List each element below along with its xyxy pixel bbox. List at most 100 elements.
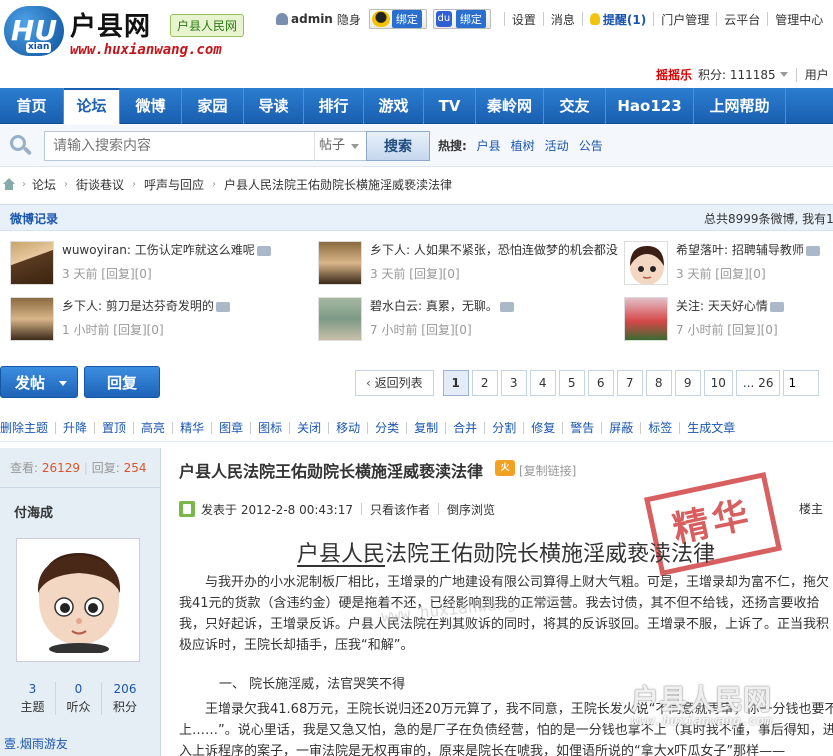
username-link[interactable]: admin — [291, 12, 333, 26]
site-logo[interactable]: HU xian 户县网 户县人民网 www.huxianwang.com — [4, 4, 254, 62]
mod-tool-link[interactable]: 复制 — [407, 421, 447, 434]
settings-link[interactable]: 设置 — [512, 11, 536, 28]
page-link[interactable]: 1 — [442, 370, 469, 396]
weibo-meta[interactable]: 7 小时前 [回复][0] — [370, 321, 472, 338]
admin-center-link[interactable]: 管理中心 — [775, 11, 823, 28]
page-link[interactable]: 3 — [500, 370, 527, 396]
qq-bind-button[interactable]: 绑定 — [368, 9, 427, 29]
nav-item[interactable]: 交友 — [544, 88, 606, 124]
weibo-text[interactable]: 希望落叶: 招聘辅导教师 — [676, 241, 826, 258]
nav-item[interactable]: Hao123 — [606, 88, 694, 124]
weibo-meta[interactable]: 7 小时前 [回复][0] — [676, 321, 778, 338]
author-name[interactable]: 付海成 — [14, 502, 53, 521]
weibo-text[interactable]: wuwoyiran: 工伤认定咋就这么难呢 — [62, 241, 312, 258]
page-link[interactable]: 2 — [471, 370, 498, 396]
page-link[interactable]: 5 — [558, 370, 585, 396]
search-button[interactable]: 搜索 — [366, 131, 430, 161]
invisible-toggle[interactable]: 隐身 — [337, 11, 361, 28]
user-group-link[interactable]: 用户 — [805, 66, 829, 83]
nav-item[interactable]: TV — [424, 88, 476, 124]
back-to-list-button[interactable]: ‹ 返回列表 — [355, 370, 434, 396]
chevron-down-icon[interactable] — [779, 72, 788, 77]
avatar[interactable] — [16, 538, 140, 662]
messages-link[interactable]: 消息 — [551, 11, 575, 28]
hot-keyword-link[interactable]: 植树 — [511, 139, 535, 153]
weibo-meta[interactable]: 3 天前 [回复][0] — [370, 265, 460, 282]
page-jump-input[interactable] — [783, 370, 820, 396]
reverse-order-link[interactable]: 倒序浏览 — [447, 501, 495, 518]
mod-tool-link[interactable]: 图章 — [212, 421, 252, 434]
portal-admin-link[interactable]: 门户管理 — [661, 11, 709, 28]
page-link[interactable]: 6 — [587, 370, 614, 396]
nav-item[interactable]: 秦岭网 — [476, 88, 544, 124]
remind-link[interactable]: 提醒(1) — [603, 11, 646, 28]
avatar[interactable] — [624, 241, 668, 285]
mod-tool-link[interactable]: 删除主题 — [0, 421, 57, 434]
mod-tool-link[interactable]: 屏蔽 — [602, 421, 642, 434]
weibo-text[interactable]: 关注: 天天好心情 — [676, 297, 826, 314]
reply-button[interactable]: 回复 — [84, 366, 160, 398]
hot-keyword-link[interactable]: 户县 — [477, 139, 501, 153]
nav-item[interactable]: 上网帮助 — [694, 88, 786, 124]
weibo-meta[interactable]: 3 天前 [回复][0] — [676, 265, 766, 282]
avatar[interactable] — [318, 297, 362, 341]
author-group[interactable]: 壹.烟雨游友 — [4, 735, 68, 752]
only-author-link[interactable]: 只看该作者 — [370, 501, 430, 518]
nav-item[interactable]: 家园 — [182, 88, 244, 124]
mod-tool-link[interactable]: 修复 — [524, 421, 564, 434]
page-link[interactable]: 8 — [645, 370, 672, 396]
baidu-bind-button[interactable]: du 绑定 — [432, 9, 491, 29]
weibo-text[interactable]: 乡下人: 人如果不紧张，恐怕连做梦的机会都没 — [370, 241, 620, 258]
hot-keyword-link[interactable]: 活动 — [545, 139, 569, 153]
mod-tool-link[interactable]: 升降 — [56, 421, 96, 434]
nav-item[interactable]: 论坛 — [64, 88, 120, 124]
search-input[interactable] — [44, 131, 314, 161]
mod-tool-link[interactable]: 分割 — [485, 421, 525, 434]
mod-tool-link[interactable]: 警告 — [563, 421, 603, 434]
shake-link[interactable]: 摇摇乐 — [656, 66, 692, 83]
nav-item[interactable]: 排行 — [304, 88, 364, 124]
weibo-text[interactable]: 碧水白云: 真累，无聊。 — [370, 297, 620, 314]
weibo-text[interactable]: 乡下人: 剪刀是达芬奇发明的 — [62, 297, 312, 314]
author-stat[interactable]: 206 积分 — [102, 682, 148, 715]
mod-tool-link[interactable]: 高亮 — [134, 421, 174, 434]
nav-item[interactable]: 游戏 — [364, 88, 424, 124]
credits-link[interactable]: 积分: 111185 — [698, 66, 776, 83]
page-link[interactable]: 4 — [529, 370, 556, 396]
page-link[interactable]: 10 — [703, 370, 733, 396]
breadcrumb-item[interactable]: 街谈巷议 — [76, 176, 124, 193]
weibo-meta[interactable]: 1 小时前 [回复][0] — [62, 321, 164, 338]
avatar[interactable] — [10, 241, 54, 285]
avatar[interactable] — [10, 297, 54, 341]
mod-tool-link[interactable]: 关闭 — [290, 421, 330, 434]
page-link[interactable]: 7 — [616, 370, 643, 396]
mod-tool-link[interactable]: 图标 — [251, 421, 291, 434]
mod-tool-link[interactable]: 标签 — [641, 421, 681, 434]
hot-keyword-link[interactable]: 公告 — [579, 139, 603, 153]
nav-item[interactable]: 导读 — [244, 88, 304, 124]
mod-tool-link[interactable]: 精华 — [173, 421, 213, 434]
page-link[interactable]: 9 — [674, 370, 701, 396]
page-link[interactable]: ... 26 — [735, 370, 781, 396]
avatar[interactable] — [624, 297, 668, 341]
article-title-link[interactable]: 户县人民 — [297, 542, 385, 567]
search-type-select[interactable]: 帖子 — [314, 131, 366, 161]
breadcrumb-item[interactable]: 户县人民法院王佑勋院长横施淫威亵渎法律 — [224, 176, 452, 193]
copy-link-button[interactable]: [复制链接] — [519, 462, 576, 479]
home-icon[interactable] — [2, 178, 16, 190]
breadcrumb-item[interactable]: 呼声与回应 — [144, 176, 204, 193]
author-stat[interactable]: 3 主题 — [10, 682, 56, 715]
mod-tool-link[interactable]: 合并 — [446, 421, 486, 434]
weibo-meta[interactable]: 3 天前 [回复][0] — [62, 265, 152, 282]
mod-tool-link[interactable]: 移动 — [329, 421, 369, 434]
mod-tool-link[interactable]: 生成文章 — [680, 422, 742, 434]
nav-item[interactable]: 首页 — [0, 88, 64, 124]
nav-item[interactable]: 微博 — [120, 88, 182, 124]
breadcrumb-item[interactable]: 论坛 — [32, 176, 56, 193]
mod-tool-link[interactable]: 置顶 — [95, 421, 135, 434]
new-post-button[interactable]: 发帖 — [0, 366, 78, 398]
cloud-link[interactable]: 云平台 — [724, 11, 760, 28]
avatar[interactable] — [318, 241, 362, 285]
mod-tool-link[interactable]: 分类 — [368, 421, 408, 434]
author-stat[interactable]: 0 听众 — [56, 682, 102, 715]
